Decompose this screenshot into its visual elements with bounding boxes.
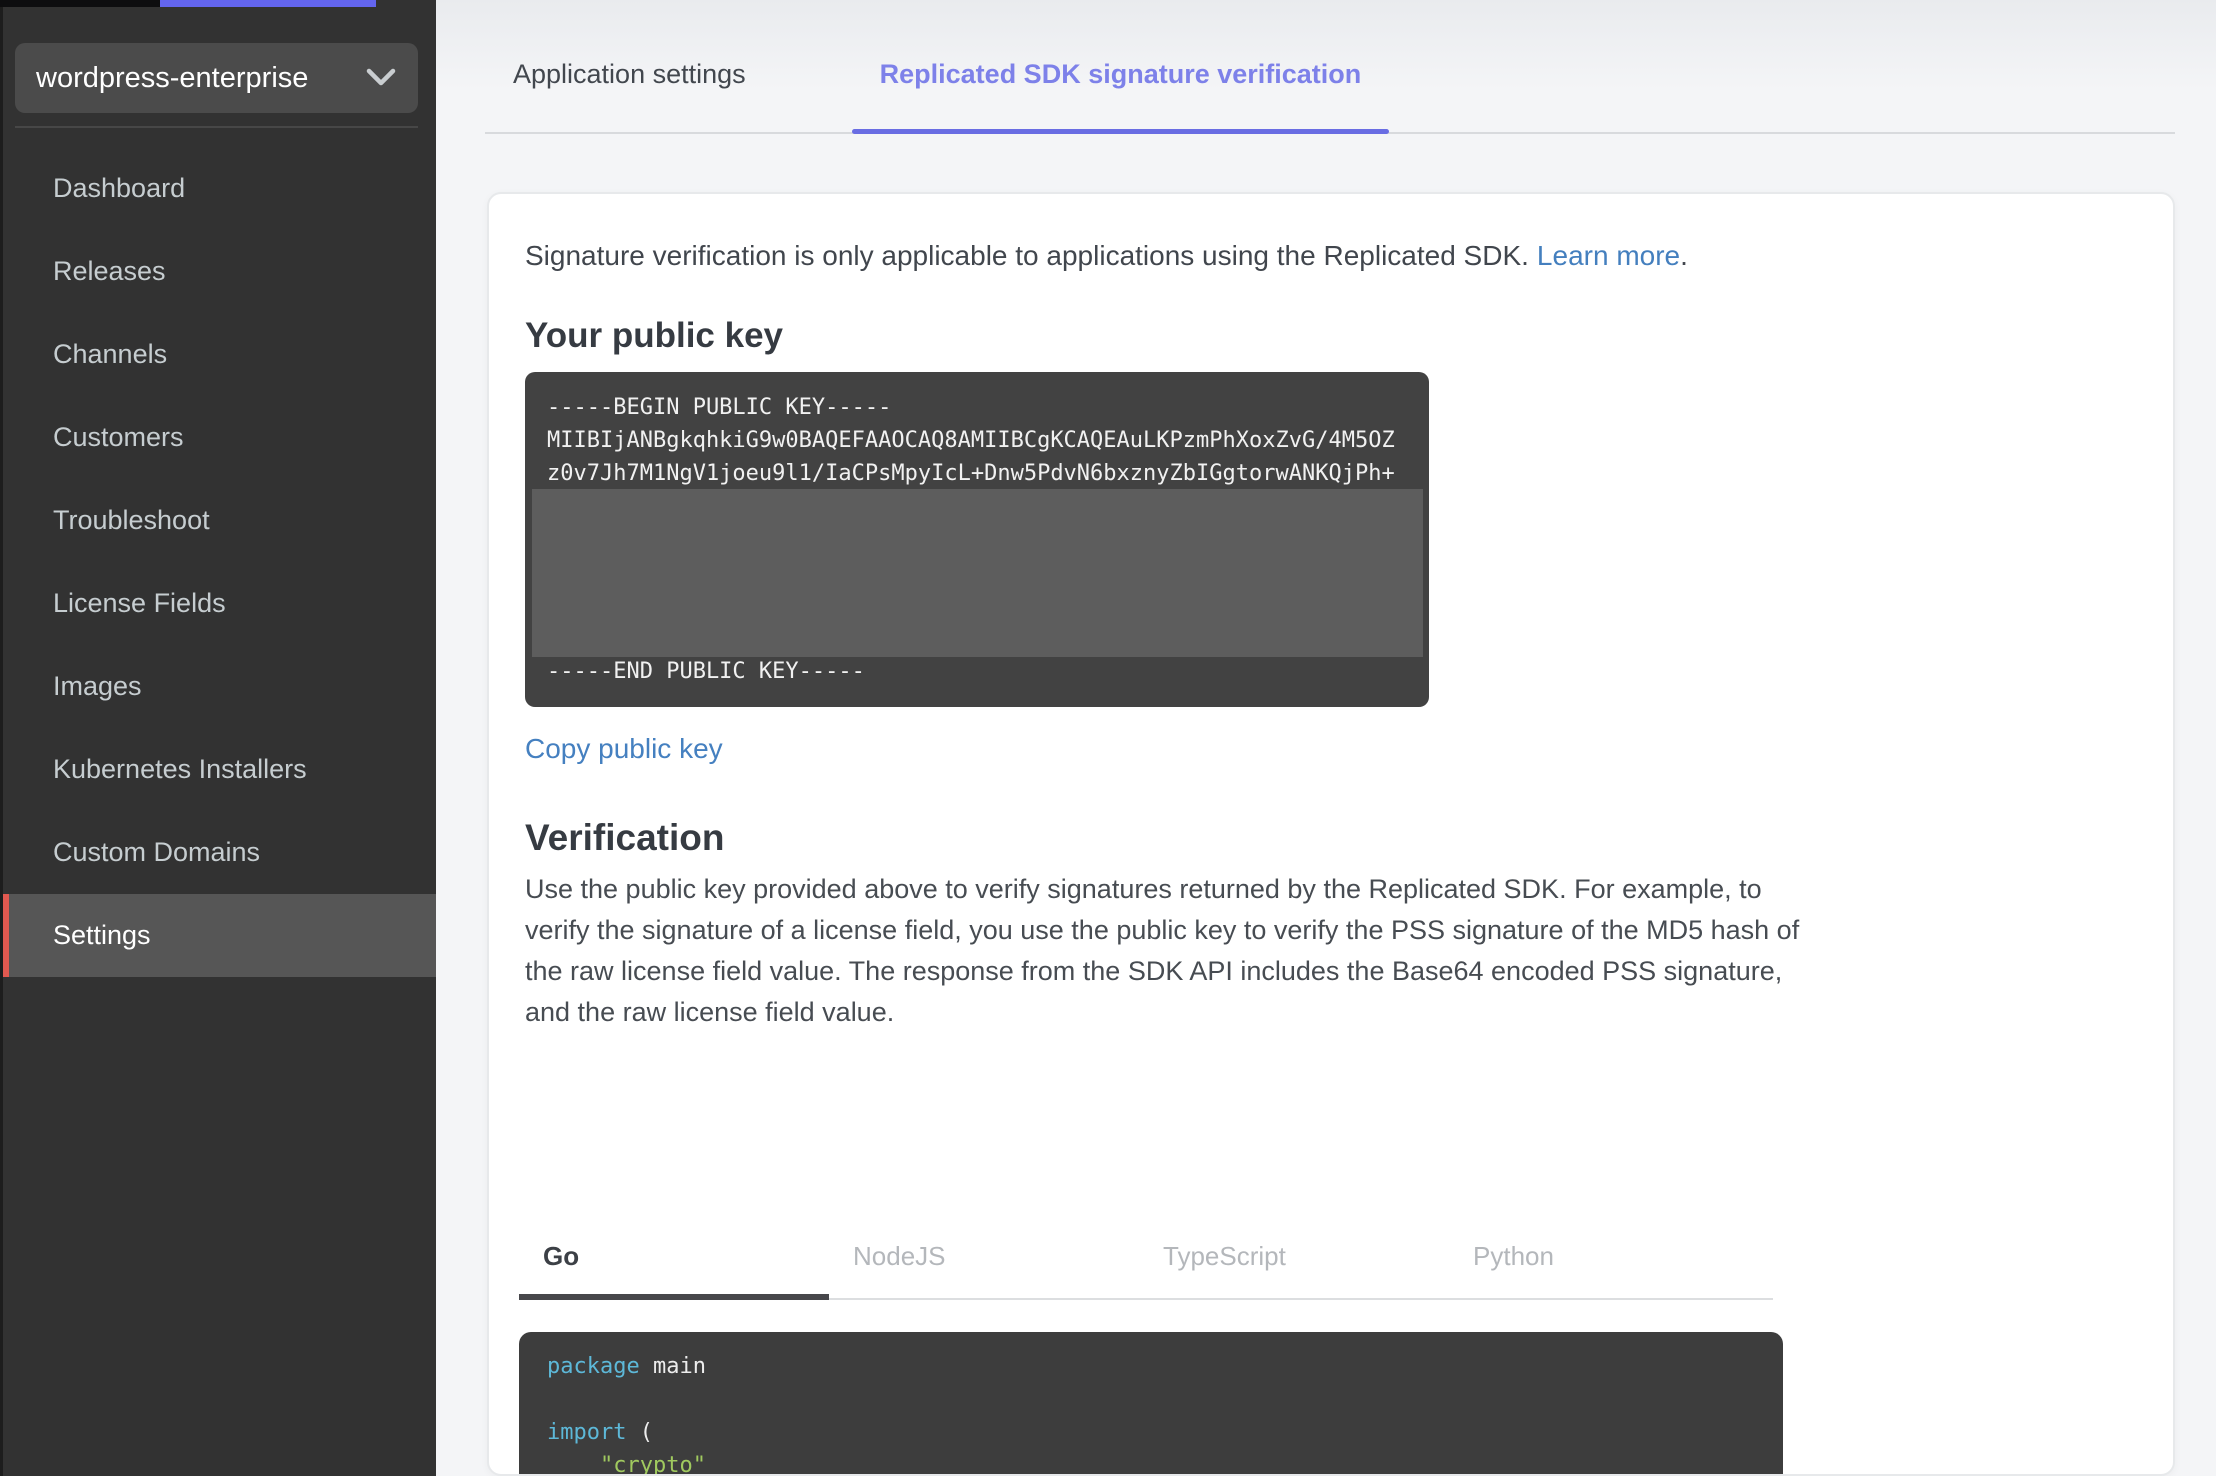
sidebar-item-label: Channels [53, 339, 168, 369]
code-keyword: import [547, 1420, 627, 1445]
code-keyword: package [547, 1354, 640, 1379]
sidebar-item-images[interactable]: Images [0, 645, 436, 728]
code-string: "crypto" [547, 1453, 706, 1476]
tab-replicated-sdk-signature-verification[interactable]: Replicated SDK signature verification [851, 59, 1390, 134]
pem-line: z0v7Jh7M1NgV1joeu9l1/IaCPsMpyIcL+Dnw5Pdv… [547, 461, 1395, 486]
code-language-tabs: Go NodeJS TypeScript Python [519, 1231, 1773, 1300]
copy-public-key-link[interactable]: Copy public key [525, 733, 723, 765]
sidebar-item-troubleshoot[interactable]: Troubleshoot [0, 479, 436, 562]
verification-heading: Verification [525, 817, 725, 858]
sidebar-item-label: Images [53, 671, 142, 701]
sidebar-item-label: Custom Domains [53, 837, 261, 867]
intro-period: . [1680, 240, 1688, 271]
code-tab-go[interactable]: Go [519, 1231, 829, 1300]
learn-more-link[interactable]: Learn more [1537, 240, 1680, 271]
code-line: "crypto" [547, 1449, 1755, 1476]
sidebar-item-label: Releases [53, 256, 166, 286]
tab-application-settings[interactable]: Application settings [485, 59, 774, 132]
code-line: package main [547, 1350, 1755, 1383]
code-plain: main [639, 1354, 706, 1379]
top-strip-accent [160, 0, 376, 7]
public-key-heading: Your public key [525, 316, 784, 355]
sidebar-item-custom-domains[interactable]: Custom Domains [0, 811, 436, 894]
sidebar-item-channels[interactable]: Channels [0, 313, 436, 396]
public-key-block: -----BEGIN PUBLIC KEY----- MIIBIjANBgkqh… [525, 372, 1429, 707]
sidebar-item-label: Customers [53, 422, 184, 452]
sidebar-item-license-fields[interactable]: License Fields [0, 562, 436, 645]
sidebar-item-label: Troubleshoot [53, 505, 210, 535]
top-strip-black [0, 0, 160, 7]
verification-description: Use the public key provided above to ver… [525, 874, 1800, 1027]
sidebar-item-label: Dashboard [53, 173, 186, 203]
main-content: Application settings Replicated SDK sign… [436, 0, 2216, 1476]
sidebar-item-customers[interactable]: Customers [0, 396, 436, 479]
pem-end-line: -----END PUBLIC KEY----- [547, 659, 865, 684]
pem-begin-line: -----BEGIN PUBLIC KEY----- [547, 395, 892, 420]
sidebar-item-settings[interactable]: Settings [0, 894, 436, 977]
chevron-down-icon [366, 62, 396, 95]
sidebar-item-dashboard[interactable]: Dashboard [0, 147, 436, 230]
settings-tabs: Application settings Replicated SDK sign… [485, 0, 2175, 134]
sidebar-item-kubernetes-installers[interactable]: Kubernetes Installers [0, 728, 436, 811]
sidebar-item-label: Settings [53, 920, 151, 950]
sidebar-nav: Dashboard Releases Channels Customers Tr… [0, 128, 436, 977]
signature-verification-card: Signature verification is only applicabl… [487, 192, 2175, 1476]
sidebar-item-label: Kubernetes Installers [53, 754, 307, 784]
code-tab-nodejs[interactable]: NodeJS [829, 1231, 1139, 1298]
app-selector-label: wordpress-enterprise [36, 61, 309, 94]
sidebar: wordpress-enterprise Dashboard Releases … [0, 0, 436, 1476]
code-sample-go: package main import ( "crypto" "crypto/r… [519, 1332, 1783, 1476]
code-tab-typescript[interactable]: TypeScript [1139, 1231, 1449, 1298]
code-tab-python[interactable]: Python [1449, 1231, 1759, 1298]
intro-text: Signature verification is only applicabl… [525, 240, 2133, 272]
sidebar-item-releases[interactable]: Releases [0, 230, 436, 313]
pem-line: MIIBIjANBgkqhkiG9w0BAQEFAAOCAQ8AMIIBCgKC… [547, 428, 1395, 453]
code-line: import ( [547, 1416, 1755, 1449]
sidebar-item-label: License Fields [53, 588, 226, 618]
public-key-redacted-area [532, 489, 1423, 657]
public-key-text: -----BEGIN PUBLIC KEY----- MIIBIjANBgkqh… [547, 391, 1395, 490]
intro-sentence: Signature verification is only applicabl… [525, 240, 1529, 271]
app-selector-dropdown[interactable]: wordpress-enterprise [15, 43, 418, 113]
code-plain: ( [626, 1420, 653, 1445]
sidebar-left-edge [0, 0, 3, 1476]
